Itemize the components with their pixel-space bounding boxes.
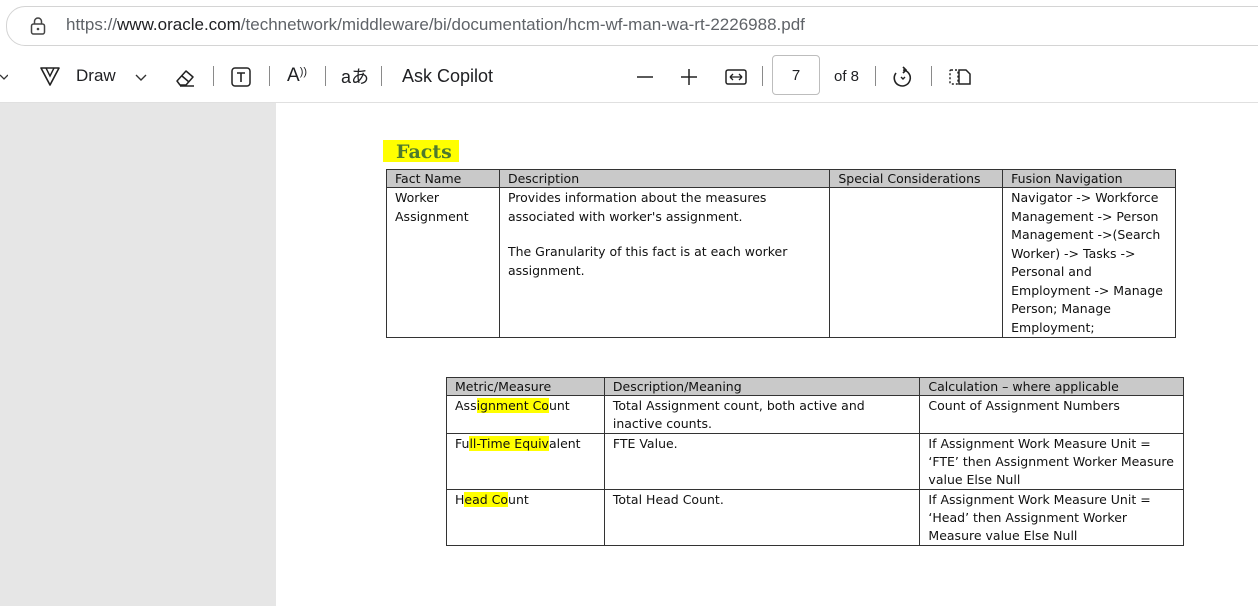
metric-description-cell: Total Assignment count, both active and … [603, 395, 921, 434]
table-header: Special Considerations [829, 169, 1004, 188]
page-number-input[interactable]: 7 [772, 55, 820, 95]
chevron-left-icon[interactable] [0, 72, 8, 82]
url-text[interactable]: https://www.oracle.com/technetwork/middl… [66, 15, 805, 35]
toolbar-divider [762, 66, 763, 86]
metric-text: H [455, 492, 465, 507]
eraser-icon[interactable] [174, 66, 196, 88]
read-aloud-button[interactable]: A)) [287, 50, 307, 102]
read-aloud-icon: A [287, 65, 300, 86]
translate-button[interactable]: aあ [341, 50, 369, 102]
text-box-icon[interactable] [230, 66, 252, 88]
table-row: Full-Time Equivalent FTE Value. If Assig… [446, 433, 1184, 490]
metric-cell: Full-Time Equivalent [446, 433, 605, 490]
metric-cell: Assignment Count [446, 395, 605, 434]
zoom-in-icon[interactable] [681, 69, 697, 85]
table-header: Description/Meaning [603, 377, 921, 396]
ask-copilot-button[interactable]: Ask Copilot [402, 50, 493, 102]
highlighted-text: ll-Time Equiv [469, 436, 549, 451]
metric-calculation-cell: Count of Assignment Numbers [919, 395, 1184, 434]
read-aloud-waves: )) [299, 66, 308, 78]
metric-calculation-cell: If Assignment Work Measure Unit = ‘Head’… [919, 489, 1184, 546]
metric-cell: Head Count [446, 489, 605, 546]
toolbar-divider [269, 66, 270, 86]
page-total-label: of 8 [834, 67, 860, 85]
table-row: Worker Assignment Provides information a… [386, 187, 1176, 338]
lock-icon[interactable] [30, 17, 46, 35]
highlighted-text: ignment Co [476, 398, 549, 413]
metric-text: alent [548, 436, 581, 451]
metric-text: unt [548, 398, 570, 413]
metrics-table: Metric/Measure Description/Meaning Calcu… [446, 377, 1184, 546]
page-total: of 8 [834, 50, 859, 102]
fit-width-icon[interactable] [725, 68, 747, 86]
metric-text: Ass [455, 398, 477, 413]
table-header: Metric/Measure [446, 377, 605, 396]
draw-label: Draw [76, 66, 116, 85]
page-view-icon[interactable] [948, 67, 972, 87]
metric-description-cell: Total Head Count. [603, 489, 921, 546]
draw-button[interactable]: Draw [38, 50, 116, 102]
metric-text: Fu [455, 436, 470, 451]
metric-text: unt [508, 492, 529, 507]
chevron-down-icon[interactable] [135, 74, 147, 82]
table-header: Calculation – where applicable [919, 377, 1184, 396]
url-domain: www.oracle.com [117, 15, 241, 34]
table-row: Assignment Count Total Assignment count,… [446, 395, 1184, 434]
metric-calculation-cell: If Assignment Work Measure Unit = ‘FTE’ … [919, 433, 1184, 490]
table-header: Fusion Navigation [1002, 169, 1176, 188]
ask-copilot-label: Ask Copilot [402, 65, 494, 86]
fact-name-cell: Worker Assignment [386, 187, 500, 338]
fact-description-cell: Provides information about the measures … [498, 187, 831, 338]
toolbar-divider [213, 66, 214, 86]
highlighted-text: ead Co [464, 492, 509, 507]
metric-description-cell: FTE Value. [603, 433, 921, 490]
url-prefix: https:// [66, 15, 118, 34]
facts-table: Fact Name Description Special Considerat… [386, 169, 1176, 338]
facts-heading-text: Facts [396, 141, 452, 163]
special-considerations-cell [829, 187, 1004, 338]
table-header: Description [498, 169, 831, 188]
toolbar-divider [875, 66, 876, 86]
rotate-icon[interactable] [891, 66, 915, 90]
zoom-out-icon[interactable] [637, 76, 653, 78]
fact-granularity-text: The Granularity of this fact is at each … [507, 244, 788, 278]
fusion-navigation-cell: Navigator -> Workforce Management -> Per… [1002, 187, 1176, 338]
table-row: Head Count Total Head Count. If Assignme… [446, 489, 1184, 546]
page-number-value: 7 [791, 66, 801, 84]
table-header-row: Metric/Measure Description/Meaning Calcu… [446, 377, 1184, 396]
toolbar-divider [931, 66, 932, 86]
table-header: Fact Name [386, 169, 500, 188]
table-header-row: Fact Name Description Special Considerat… [386, 169, 1176, 188]
draw-icon [40, 67, 60, 86]
toolbar-divider [325, 66, 326, 86]
toolbar-divider [381, 66, 382, 86]
viewer-side-area [0, 103, 276, 606]
pdf-toolbar: Draw A)) aあ Ask Copilot of 8 [0, 50, 1258, 103]
translate-icon: aあ [341, 67, 370, 87]
fact-description-text: Provides information about the measures … [507, 190, 767, 224]
address-bar-area: https://www.oracle.com/technetwork/middl… [0, 0, 1258, 50]
facts-heading: Facts [383, 140, 459, 163]
url-path: /technetwork/middleware/bi/documentation… [240, 15, 805, 34]
